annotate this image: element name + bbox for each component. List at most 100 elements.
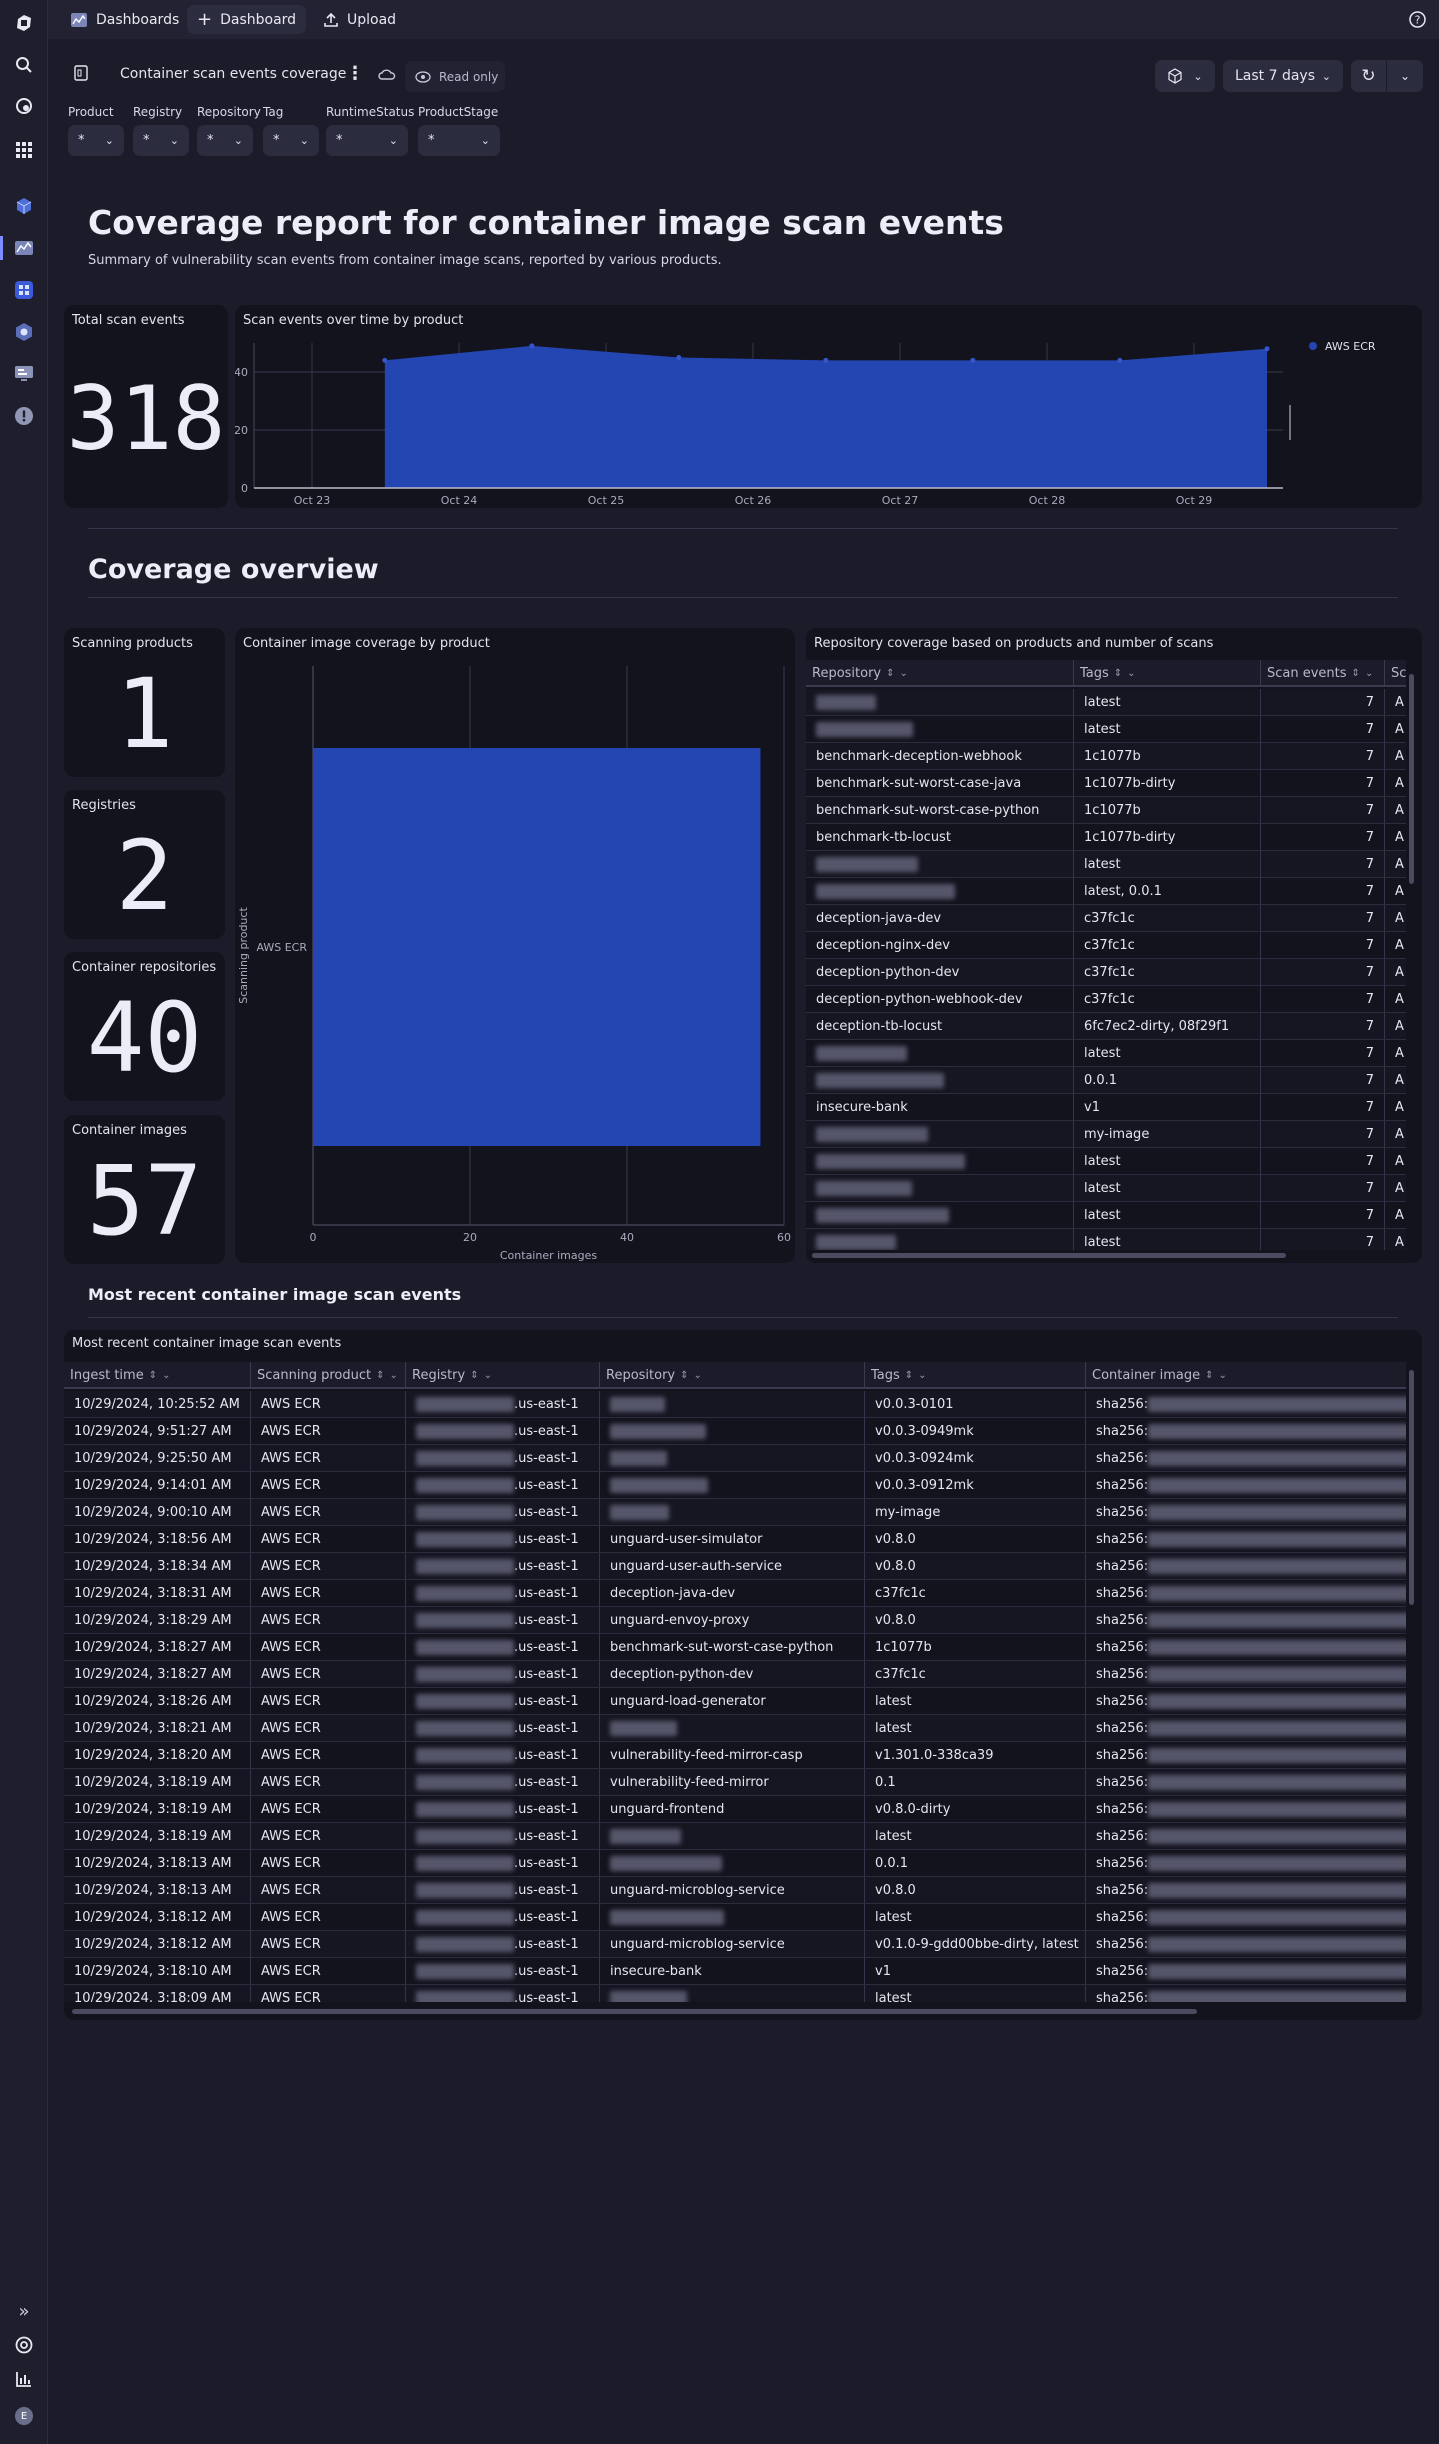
app-blue-grid-icon[interactable]	[12, 278, 36, 302]
filter-select-product[interactable]: * ⌄	[68, 125, 124, 156]
upload-button[interactable]: Upload	[313, 5, 406, 34]
column-header[interactable]: Sc	[1384, 660, 1406, 687]
horizontal-scrollbar[interactable]	[812, 1253, 1286, 1258]
new-dashboard-button[interactable]: + Dashboard	[187, 5, 307, 34]
table-row[interactable]: benchmark-sut-worst-case-java 1c1077b-dir…	[806, 770, 1406, 797]
table-row[interactable]: latest 7 A	[806, 851, 1406, 878]
cube-app-icon[interactable]	[12, 194, 36, 218]
more-options-icon[interactable]: ⋮	[346, 63, 364, 84]
table-row[interactable]: 10/29/2024, 3:18:27 AM AWS ECR .us-east-1 b…	[64, 1634, 1406, 1661]
sort-icon[interactable]: ⇕	[149, 1370, 157, 1381]
dashboards-breadcrumb[interactable]: Dashboards	[60, 5, 189, 34]
table-row[interactable]: 10/29/2024, 9:51:27 AM AWS ECR .us-east-1 v…	[64, 1418, 1406, 1445]
table-row[interactable]: 10/29/2024, 10:25:52 AM AWS ECR .us-east-1…	[64, 1391, 1406, 1418]
table-row[interactable]: 10/29/2024, 9:14:01 AM AWS ECR .us-east-1 v…	[64, 1472, 1406, 1499]
sort-icon[interactable]: ⇕	[1205, 1370, 1213, 1381]
table-row[interactable]: 10/29/2024, 3:18:09 AM AWS ECR .us-east-1 l…	[64, 1985, 1406, 2002]
chevron-down-icon[interactable]: ⌄	[389, 1370, 397, 1381]
table-row[interactable]: 10/29/2024, 3:18:31 AM AWS ECR .us-east-1 d…	[64, 1580, 1406, 1607]
table-row[interactable]: deception-python-webhook-dev c37fc1c 7 A	[806, 986, 1406, 1013]
table-row[interactable]: latest 7 A	[806, 689, 1406, 716]
support-icon[interactable]	[12, 2333, 36, 2357]
monitor-app-icon[interactable]	[12, 362, 36, 386]
timeframe-selector[interactable]: Last 7 days ⌄	[1223, 60, 1343, 92]
sort-icon[interactable]: ⇕	[680, 1370, 688, 1381]
filter-select-runtimestatus[interactable]: * ⌄	[326, 125, 408, 156]
table-row[interactable]: 10/29/2024, 3:18:12 AM AWS ECR .us-east-1 l…	[64, 1904, 1406, 1931]
chevron-down-icon[interactable]: ⌄	[162, 1370, 170, 1381]
table-row[interactable]: 10/29/2024, 9:25:50 AM AWS ECR .us-east-1 v…	[64, 1445, 1406, 1472]
user-avatar[interactable]: E	[12, 2404, 36, 2428]
sort-icon[interactable]: ⇕	[1352, 668, 1360, 679]
dashboards-app-icon[interactable]	[12, 236, 36, 260]
filter-select-tag[interactable]: * ⌄	[263, 125, 319, 156]
filter-select-repository[interactable]: * ⌄	[197, 125, 253, 156]
expand-sidebar-icon[interactable]: »	[12, 2299, 36, 2323]
vertical-scrollbar[interactable]	[1409, 1370, 1414, 1605]
column-header[interactable]: Tags ⇕ ⌄	[864, 1362, 1085, 1389]
chevron-down-icon[interactable]: ⌄	[918, 1370, 926, 1381]
table-row[interactable]: 10/29/2024, 3:18:34 AM AWS ECR .us-east-1 u…	[64, 1553, 1406, 1580]
column-header[interactable]: Scan events ⇕ ⌄	[1260, 660, 1384, 687]
hub-icon[interactable]	[12, 94, 36, 118]
apps-grid-icon[interactable]	[12, 138, 36, 162]
column-header[interactable]: Repository ⇕ ⌄	[599, 1362, 864, 1389]
refresh-button[interactable]: ↻	[1351, 60, 1387, 92]
usage-chart-icon[interactable]	[12, 2367, 36, 2391]
table-row[interactable]: 10/29/2024, 3:18:19 AM AWS ECR .us-east-1 v…	[64, 1769, 1406, 1796]
table-row[interactable]: 10/29/2024, 9:00:10 AM AWS ECR .us-east-1 m…	[64, 1499, 1406, 1526]
column-header[interactable]: Repository ⇕ ⌄	[806, 660, 1073, 687]
table-row[interactable]: 0.0.1 7 A	[806, 1067, 1406, 1094]
sort-icon[interactable]: ⇕	[886, 668, 894, 679]
table-row[interactable]: 10/29/2024, 3:18:19 AM AWS ECR .us-east-1 l…	[64, 1823, 1406, 1850]
kubernetes-app-icon[interactable]	[12, 320, 36, 344]
table-row[interactable]: 10/29/2024, 3:18:13 AM AWS ECR .us-east-1 u…	[64, 1877, 1406, 1904]
table-row[interactable]: 10/29/2024, 3:18:10 AM AWS ECR .us-east-1 i…	[64, 1958, 1406, 1985]
dashboard-info-icon[interactable]	[74, 65, 88, 85]
table-row[interactable]: 10/29/2024, 3:18:27 AM AWS ECR .us-east-1 d…	[64, 1661, 1406, 1688]
dynatrace-logo-icon[interactable]	[12, 11, 36, 35]
sort-icon[interactable]: ⇕	[1114, 668, 1122, 679]
table-row[interactable]: deception-tb-locust 6fc7ec2-dirty, 08f29f…	[806, 1013, 1406, 1040]
chevron-down-icon[interactable]: ⌄	[1127, 668, 1135, 679]
chevron-down-icon[interactable]: ⌄	[694, 1370, 702, 1381]
column-header[interactable]: Container image ⇕ ⌄	[1085, 1362, 1406, 1389]
vertical-scrollbar[interactable]	[1409, 674, 1414, 884]
table-row[interactable]: 10/29/2024, 3:18:19 AM AWS ECR .us-east-1 u…	[64, 1796, 1406, 1823]
table-row[interactable]: 10/29/2024, 3:18:21 AM AWS ECR .us-east-1 l…	[64, 1715, 1406, 1742]
sort-icon[interactable]: ⇕	[470, 1370, 478, 1381]
table-row[interactable]: benchmark-sut-worst-case-python 1c1077b 7 A	[806, 797, 1406, 824]
segment-selector-button[interactable]: ⌄	[1155, 60, 1215, 92]
table-row[interactable]: 10/29/2024, 3:18:26 AM AWS ECR .us-east-1 u…	[64, 1688, 1406, 1715]
column-header[interactable]: Scanning product ⇕ ⌄	[250, 1362, 405, 1389]
refresh-options-button[interactable]: ⌄	[1387, 60, 1423, 92]
table-row[interactable]: insecure-bank v1 7 A	[806, 1094, 1406, 1121]
table-row[interactable]: 10/29/2024, 3:18:12 AM AWS ECR .us-east-1 u…	[64, 1931, 1406, 1958]
table-row[interactable]: benchmark-tb-locust 1c1077b-dirty 7 A	[806, 824, 1406, 851]
table-row[interactable]: latest 7 A	[806, 1202, 1406, 1229]
table-row[interactable]: my-image 7 A	[806, 1121, 1406, 1148]
table-row[interactable]: benchmark-deception-webhook 1c1077b 7 A	[806, 743, 1406, 770]
table-row[interactable]: latest 7 A	[806, 716, 1406, 743]
chevron-down-icon[interactable]: ⌄	[1219, 1370, 1227, 1381]
help-icon[interactable]: ?	[1409, 11, 1426, 32]
table-row[interactable]: latest 7 A	[806, 1175, 1406, 1202]
filter-select-productstage[interactable]: * ⌄	[418, 125, 500, 156]
table-row[interactable]: latest 7 A	[806, 1229, 1406, 1250]
table-row[interactable]: 10/29/2024, 3:18:56 AM AWS ECR .us-east-1 u…	[64, 1526, 1406, 1553]
table-row[interactable]: latest, 0.0.1 7 A	[806, 878, 1406, 905]
chevron-down-icon[interactable]: ⌄	[900, 668, 908, 679]
search-icon[interactable]	[12, 53, 36, 77]
column-header[interactable]: Ingest time ⇕ ⌄	[64, 1362, 250, 1389]
dashboard-title[interactable]: Container scan events coverage	[120, 66, 346, 82]
table-row[interactable]: deception-nginx-dev c37fc1c 7 A	[806, 932, 1406, 959]
table-row[interactable]: latest 7 A	[806, 1148, 1406, 1175]
table-row[interactable]: deception-python-dev c37fc1c 7 A	[806, 959, 1406, 986]
table-row[interactable]: 10/29/2024, 3:18:20 AM AWS ECR .us-east-1 v…	[64, 1742, 1406, 1769]
chevron-down-icon[interactable]: ⌄	[484, 1370, 492, 1381]
column-header[interactable]: Registry ⇕ ⌄	[405, 1362, 599, 1389]
horizontal-scrollbar[interactable]	[72, 2009, 1197, 2014]
table-row[interactable]: latest 7 A	[806, 1040, 1406, 1067]
sort-icon[interactable]: ⇕	[376, 1370, 384, 1381]
problems-app-icon[interactable]	[12, 404, 36, 428]
